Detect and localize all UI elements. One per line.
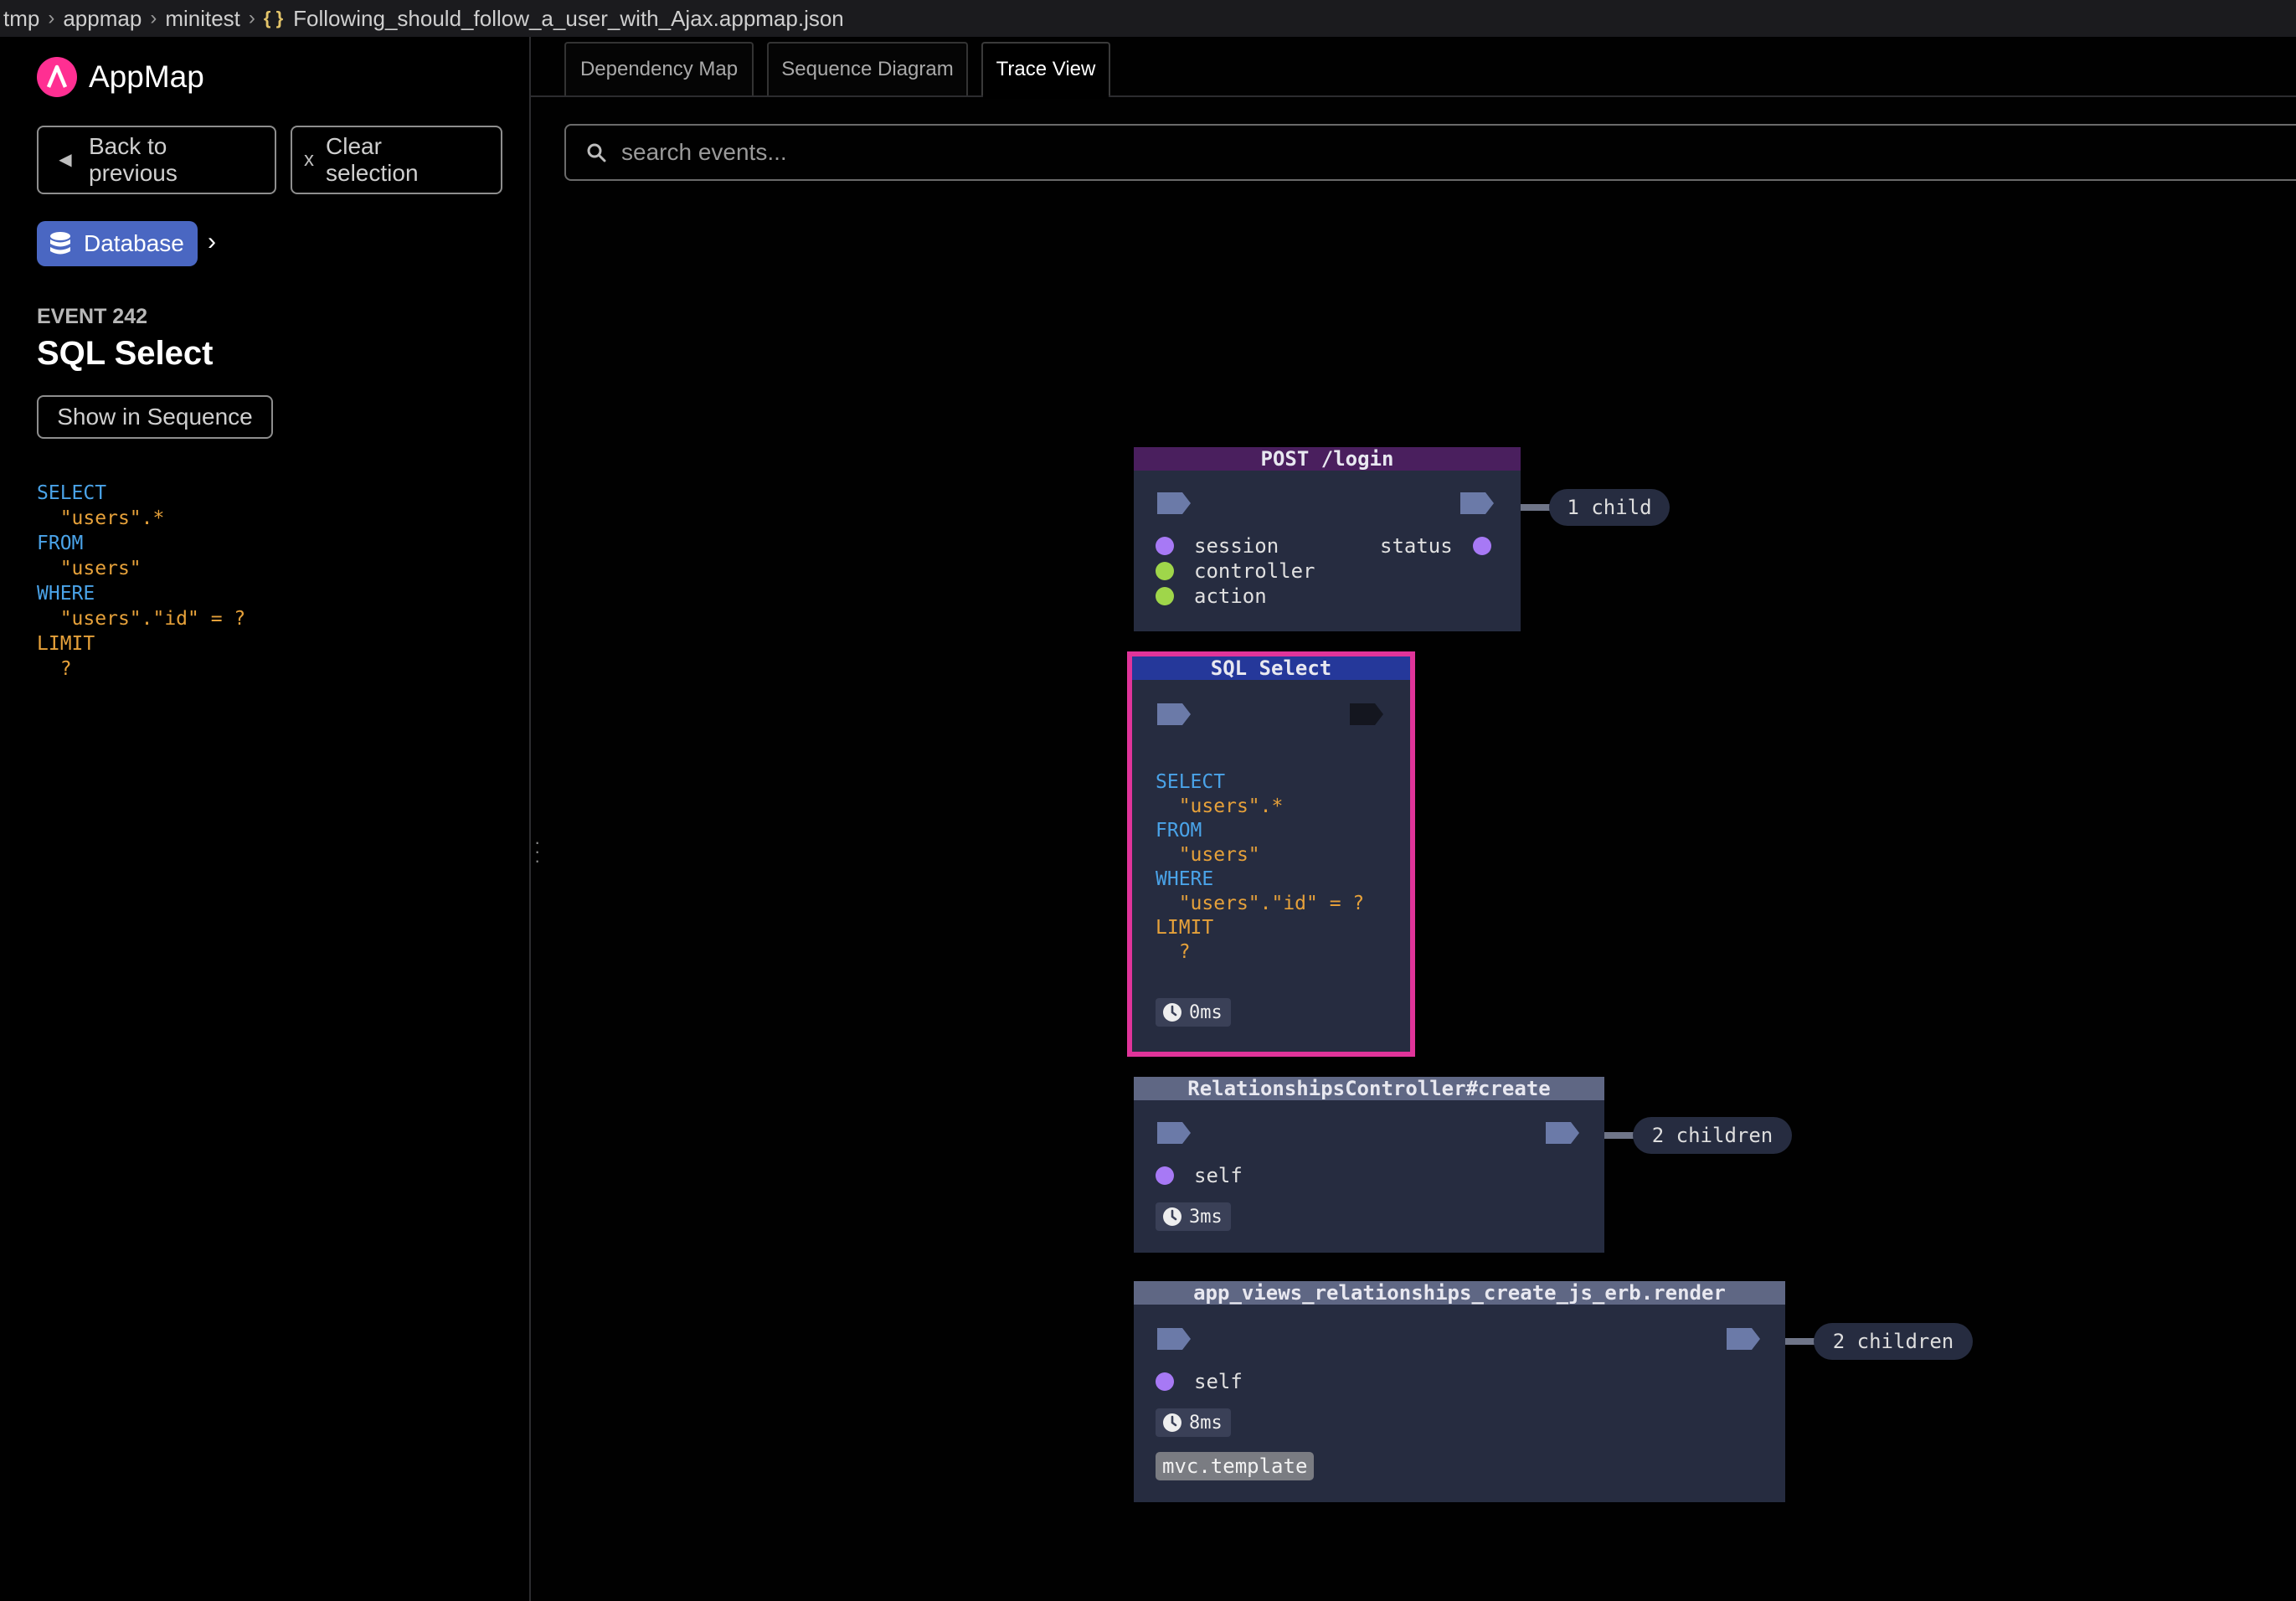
show-in-sequence-button[interactable]: Show in Sequence — [37, 395, 273, 439]
breadcrumb-item-minitest[interactable]: minitest — [165, 6, 240, 32]
back-button-line1: Back to — [89, 133, 167, 159]
node-title: POST /login — [1134, 447, 1521, 471]
node-title: app_views_relationships_create_js_erb.re… — [1134, 1281, 1785, 1305]
clock-icon — [1163, 1207, 1181, 1226]
attr-action: action — [1156, 584, 1267, 608]
elapsed-time-badge: 3ms — [1156, 1202, 1231, 1231]
clear-button-line2: selection — [326, 160, 419, 186]
close-icon: x — [304, 148, 314, 171]
output-port-icon — [1727, 1328, 1760, 1350]
appmap-logo: AppMap — [37, 57, 204, 97]
label-tag[interactable]: mvc.template — [1156, 1452, 1315, 1480]
node-title: SQL Select — [1132, 656, 1410, 680]
chevron-right-icon: › — [248, 7, 255, 29]
child-connector — [1521, 504, 1552, 511]
search-box[interactable] — [564, 124, 2296, 181]
trace-node-sql-select[interactable]: SQL Select SELECT "users".* FROM "users"… — [1127, 651, 1415, 1057]
tab-sequence-diagram[interactable]: Sequence Diagram — [767, 42, 968, 95]
tab-dependency-map[interactable]: Dependency Map — [564, 42, 754, 95]
elapsed-time-badge: 0ms — [1156, 998, 1231, 1027]
breadcrumb: tmp › appmap › minitest › { } Following_… — [0, 0, 2296, 37]
input-port-icon — [1157, 1328, 1191, 1350]
attr-self: self — [1156, 1370, 1243, 1393]
tab-bar-border — [531, 95, 2296, 97]
event-number: EVENT 242 — [37, 305, 148, 328]
children-count-pill[interactable]: 1 child — [1549, 489, 1670, 526]
trace-node-post-login[interactable]: POST /login session controller action st… — [1134, 447, 1521, 631]
input-port-icon — [1157, 492, 1191, 514]
output-port-icon — [1546, 1122, 1579, 1144]
chevron-right-icon: › — [150, 7, 157, 29]
chevron-right-icon: › — [48, 7, 55, 29]
attr-session: session — [1156, 534, 1279, 558]
database-pill-label: Database — [84, 230, 184, 256]
back-to-previous-button[interactable]: ◀ Back to previous — [37, 126, 276, 194]
clock-icon — [1163, 1413, 1181, 1432]
back-button-line2: previous — [89, 160, 178, 186]
trace-node-relationships-create[interactable]: RelationshipsController#create self 3ms — [1134, 1077, 1604, 1253]
trace-node-render[interactable]: app_views_relationships_create_js_erb.re… — [1134, 1281, 1785, 1502]
elapsed-time-badge: 8ms — [1156, 1408, 1231, 1437]
clear-button-line1: Clear — [326, 133, 382, 159]
chevron-right-icon[interactable]: › — [208, 228, 216, 256]
attr-controller: controller — [1156, 559, 1315, 583]
child-connector — [1604, 1132, 1636, 1139]
event-title: SQL Select — [37, 335, 214, 372]
children-count-pill[interactable]: 2 children — [1633, 1117, 1792, 1154]
json-file-icon: { } — [263, 8, 284, 28]
attr-self: self — [1156, 1164, 1243, 1187]
sql-query-details: SELECT "users".* FROM "users" WHERE "use… — [37, 482, 246, 680]
input-port-icon — [1157, 1122, 1191, 1144]
input-port-icon — [1157, 703, 1191, 725]
appmap-logo-icon — [37, 57, 77, 97]
panel-divider[interactable] — [529, 37, 531, 1601]
appmap-logo-text: AppMap — [89, 59, 204, 94]
breadcrumb-file[interactable]: Following_should_follow_a_user_with_Ajax… — [293, 6, 844, 32]
database-filter-pill[interactable]: Database — [37, 221, 198, 266]
back-arrow-icon: ◀ — [59, 151, 72, 169]
clock-icon — [1163, 1003, 1181, 1022]
node-title: RelationshipsController#create — [1134, 1077, 1604, 1100]
search-icon — [587, 143, 606, 162]
sidebar — [10, 37, 529, 1601]
breadcrumb-item-tmp[interactable]: tmp — [3, 6, 39, 32]
attr-status: status — [1380, 534, 1491, 558]
output-port-icon — [1460, 492, 1494, 514]
database-icon — [50, 232, 70, 255]
output-port-icon — [1350, 703, 1383, 725]
clear-selection-button[interactable]: x Clear selection — [291, 126, 502, 194]
node-sql-query: SELECT "users".* FROM "users" WHERE "use… — [1156, 771, 1365, 963]
search-input[interactable] — [620, 138, 2130, 167]
tab-trace-view[interactable]: Trace View — [981, 42, 1110, 95]
child-connector — [1785, 1338, 1817, 1345]
active-tab-indicator — [983, 94, 1109, 99]
resize-handle-icon[interactable]: · · · — [534, 833, 540, 870]
children-count-pill[interactable]: 2 children — [1814, 1323, 1973, 1360]
breadcrumb-item-appmap[interactable]: appmap — [63, 6, 142, 32]
